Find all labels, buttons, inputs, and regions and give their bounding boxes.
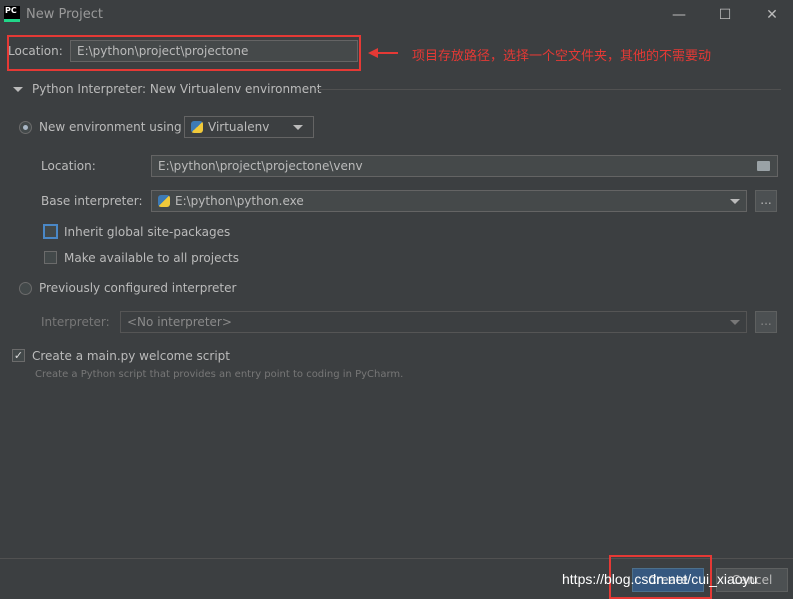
base-interpreter-label: Base interpreter:: [41, 194, 143, 208]
chevron-down-icon: [730, 199, 740, 204]
close-button[interactable]: ✕: [757, 4, 787, 26]
minimize-button[interactable]: —: [664, 4, 694, 26]
venv-location-label: Location:: [41, 159, 96, 173]
interpreter-label: Interpreter:: [41, 315, 110, 329]
section-divider: [316, 89, 781, 90]
base-interpreter-dropdown[interactable]: E:\python\python.exe: [151, 190, 747, 212]
window-title: New Project: [26, 7, 103, 22]
location-highlight-box: [7, 35, 361, 71]
previous-interpreter-label[interactable]: Previously configured interpreter: [39, 281, 236, 295]
venv-location-input[interactable]: E:\python\project\projectone\venv: [151, 155, 778, 177]
base-interpreter-browse-button[interactable]: ...: [755, 190, 777, 212]
chevron-down-icon: [293, 125, 303, 130]
pycharm-logo-icon: PC: [4, 6, 20, 22]
inherit-packages-label[interactable]: Inherit global site-packages: [64, 225, 230, 239]
collapse-chevron-icon[interactable]: [13, 87, 23, 92]
folder-icon[interactable]: [757, 161, 770, 171]
welcome-script-checkbox[interactable]: ✓: [12, 349, 25, 362]
new-environment-radio[interactable]: [19, 121, 32, 134]
interpreter-dropdown[interactable]: <No interpreter>: [120, 311, 747, 333]
welcome-script-label[interactable]: Create a main.py welcome script: [32, 349, 230, 363]
maximize-button[interactable]: ☐: [710, 4, 740, 26]
previous-interpreter-radio[interactable]: [19, 282, 32, 295]
base-interpreter-value: E:\python\python.exe: [175, 194, 304, 208]
interpreter-value: <No interpreter>: [127, 315, 232, 329]
python-icon: [191, 121, 203, 133]
environment-tool-value: Virtualenv: [208, 120, 270, 134]
interpreter-browse-button[interactable]: ...: [755, 311, 777, 333]
chevron-down-icon: [730, 320, 740, 325]
new-environment-label[interactable]: New environment using: [39, 120, 182, 134]
environment-tool-dropdown[interactable]: Virtualenv: [184, 116, 314, 138]
interpreter-section-title[interactable]: Python Interpreter: New Virtualenv envir…: [32, 82, 321, 96]
make-available-label[interactable]: Make available to all projects: [64, 251, 239, 265]
watermark-text: https://blog.csdn.net/cui_xiaoyu: [562, 571, 758, 587]
title-bar: PC New Project — ☐ ✕: [0, 0, 793, 30]
inherit-packages-checkbox[interactable]: [43, 224, 58, 239]
python-icon: [158, 195, 170, 207]
annotation-text: 项目存放路径，选择一个空文件夹，其他的不需要动: [412, 49, 712, 64]
make-available-checkbox[interactable]: [44, 251, 57, 264]
annotation-arrow-icon: [368, 47, 398, 58]
welcome-script-hint: Create a Python script that provides an …: [35, 369, 404, 380]
